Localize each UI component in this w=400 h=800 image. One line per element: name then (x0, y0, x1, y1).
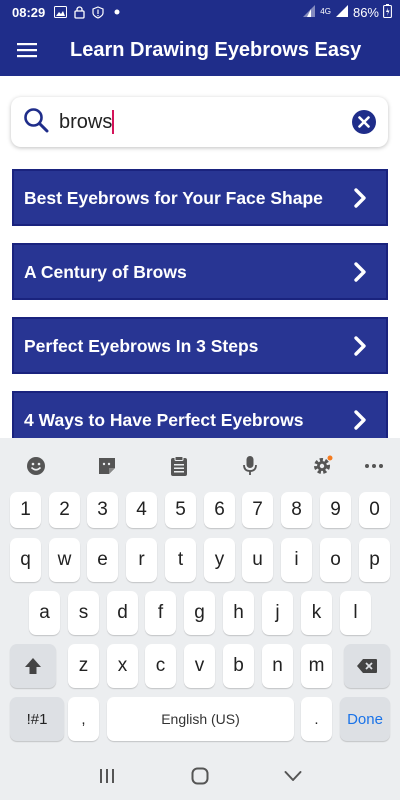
search-input[interactable]: brows (59, 111, 112, 134)
key-x[interactable]: x (107, 644, 138, 688)
key-8[interactable]: 8 (281, 492, 312, 528)
key-p[interactable]: p (359, 538, 390, 582)
dot-icon (110, 5, 124, 19)
shift-icon (25, 658, 41, 674)
image-icon (53, 5, 67, 19)
key-9[interactable]: 9 (320, 492, 351, 528)
key-v[interactable]: v (184, 644, 215, 688)
home-icon[interactable] (185, 761, 215, 791)
clear-icon[interactable] (350, 108, 378, 136)
key-z[interactable]: z (68, 644, 99, 688)
key-4[interactable]: 4 (126, 492, 157, 528)
chevron-right-icon (348, 261, 372, 283)
signal-icon-2 (335, 4, 349, 20)
list-item-label: Best Eyebrows for Your Face Shape (24, 187, 323, 208)
key-2[interactable]: 2 (49, 492, 80, 528)
list-item-label: Perfect Eyebrows In 3 Steps (24, 335, 259, 356)
lock-icon (72, 5, 86, 19)
alert-icon (91, 5, 105, 19)
chevron-right-icon (348, 335, 372, 357)
emoji-icon[interactable] (22, 454, 50, 478)
key-l[interactable]: l (340, 591, 371, 635)
comma-key[interactable]: , (68, 697, 99, 741)
key-3[interactable]: 3 (87, 492, 118, 528)
symbols-key[interactable]: !#1 (10, 697, 64, 741)
key-j[interactable]: j (262, 591, 293, 635)
backspace-icon (357, 659, 377, 673)
shift-key[interactable] (10, 644, 56, 688)
key-h[interactable]: h (223, 591, 254, 635)
key-w[interactable]: w (49, 538, 80, 582)
hamburger-menu-icon[interactable] (0, 24, 54, 76)
text-cursor (112, 110, 115, 134)
backspace-key[interactable] (344, 644, 390, 688)
key-y[interactable]: y (204, 538, 235, 582)
list-item-label: 4 Ways to Have Perfect Eyebrows (24, 409, 304, 430)
key-6[interactable]: 6 (204, 492, 235, 528)
mic-icon[interactable] (236, 454, 264, 478)
period-key[interactable]: . (301, 697, 332, 741)
battery-percent: 86% (352, 4, 379, 20)
signal-icon (302, 4, 316, 20)
key-n[interactable]: n (262, 644, 293, 688)
key-e[interactable]: e (87, 538, 118, 582)
key-o[interactable]: o (320, 538, 351, 582)
key-d[interactable]: d (107, 591, 138, 635)
key-5[interactable]: 5 (165, 492, 196, 528)
key-u[interactable]: u (242, 538, 273, 582)
key-c[interactable]: c (145, 644, 176, 688)
done-key[interactable]: Done (340, 697, 390, 741)
key-7[interactable]: 7 (242, 492, 273, 528)
key-g[interactable]: g (184, 591, 215, 635)
list-item[interactable]: Best Eyebrows for Your Face Shape (12, 169, 388, 226)
key-1[interactable]: 1 (10, 492, 41, 528)
more-icon[interactable] (360, 454, 388, 478)
space-key[interactable]: English (US) (107, 697, 294, 741)
list-item[interactable]: A Century of Brows (12, 243, 388, 300)
key-b[interactable]: b (223, 644, 254, 688)
key-s[interactable]: s (68, 591, 99, 635)
key-f[interactable]: f (145, 591, 176, 635)
search-icon (23, 107, 49, 138)
key-m[interactable]: m (301, 644, 332, 688)
key-r[interactable]: r (126, 538, 157, 582)
key-i[interactable]: i (281, 538, 312, 582)
status-bar: 08:29 4G 86% (0, 0, 400, 24)
key-a[interactable]: a (29, 591, 60, 635)
chevron-right-icon (348, 187, 372, 209)
settings-icon[interactable] (308, 454, 336, 478)
key-k[interactable]: k (301, 591, 332, 635)
sticker-icon[interactable] (93, 454, 121, 478)
system-nav-bar (0, 752, 400, 800)
app-bar: Learn Drawing Eyebrows Easy (0, 24, 400, 76)
chevron-right-icon (348, 409, 372, 431)
list-item[interactable]: Perfect Eyebrows In 3 Steps (12, 317, 388, 374)
search-bar: brows (11, 97, 388, 147)
results-list: Best Eyebrows for Your Face Shape A Cent… (12, 169, 388, 465)
recents-icon[interactable] (92, 761, 122, 791)
list-item-label: A Century of Brows (24, 261, 187, 282)
key-t[interactable]: t (165, 538, 196, 582)
battery-icon (383, 3, 392, 21)
back-icon[interactable] (278, 761, 308, 791)
key-q[interactable]: q (10, 538, 41, 582)
clipboard-icon[interactable] (165, 454, 193, 478)
network-type: 4G (320, 7, 331, 16)
status-time: 08:29 (12, 4, 46, 20)
key-0[interactable]: 0 (359, 492, 390, 528)
app-title: Learn Drawing Eyebrows Easy (70, 38, 362, 61)
